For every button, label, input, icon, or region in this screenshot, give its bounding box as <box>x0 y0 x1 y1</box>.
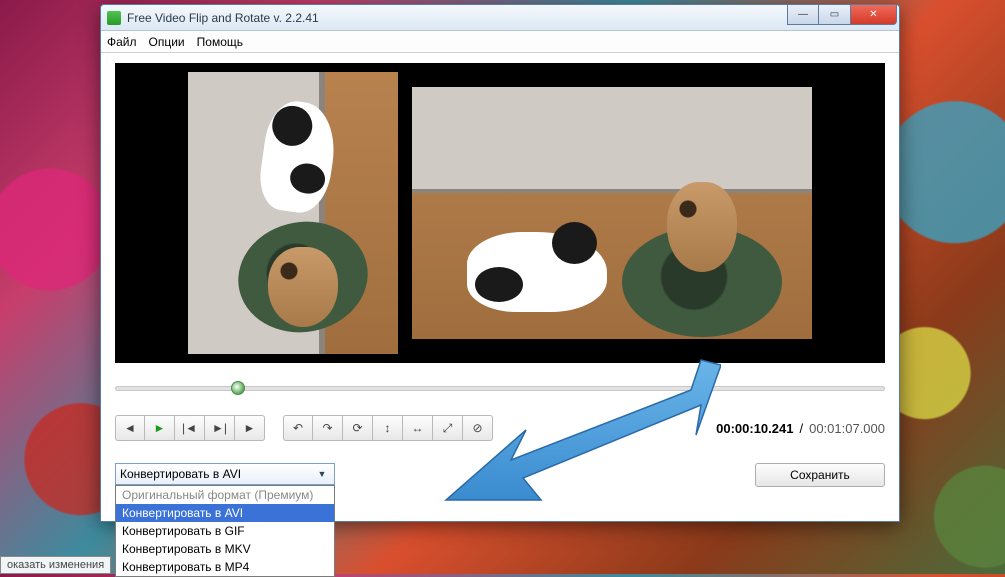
time-display: 00:00:10.241 / 00:01:07.000 <box>716 421 885 436</box>
minimize-icon: — <box>798 9 808 20</box>
content-area: ◄ ► |◄ ►| ► ↶ ↷ ⟳ ↕ ↔ ⤢ ⊘ 00:00:10.241 /… <box>101 53 899 521</box>
expand-button[interactable]: ⤢ <box>433 415 463 441</box>
next-button[interactable]: ► <box>235 415 265 441</box>
close-button[interactable]: ✕ <box>851 5 897 25</box>
menubar: Файл Опции Помощь <box>101 31 899 53</box>
timeline-slider[interactable] <box>115 379 885 397</box>
format-combobox[interactable]: Конвертировать в AVI ▼ Оригинальный форм… <box>115 463 335 485</box>
maximize-icon: ▭ <box>830 9 839 20</box>
format-option-mp4[interactable]: Конвертировать в MP4 <box>116 558 334 576</box>
expand-icon: ⤢ <box>443 421 453 436</box>
flip-h-icon: ↔ <box>412 421 424 435</box>
step-back-icon: |◄ <box>182 421 197 435</box>
reset-icon: ⊘ <box>472 421 482 435</box>
chevron-down-icon: ▼ <box>314 466 330 482</box>
titlebar[interactable]: Free Video Flip and Rotate v. 2.2.41 — ▭… <box>101 5 899 31</box>
rotate-180-button[interactable]: ⟳ <box>343 415 373 441</box>
menu-help[interactable]: Помощь <box>197 35 243 49</box>
format-selected: Конвертировать в AVI <box>120 467 241 481</box>
preview-original <box>188 72 398 354</box>
prev-button[interactable]: ◄ <box>115 415 145 441</box>
minimize-button[interactable]: — <box>787 5 819 25</box>
rotate-ccw-button[interactable]: ↶ <box>283 415 313 441</box>
flip-v-button[interactable]: ↕ <box>373 415 403 441</box>
save-button-label: Сохранить <box>790 468 850 482</box>
transform-controls: ↶ ↷ ⟳ ↕ ↔ ⤢ ⊘ <box>283 415 493 441</box>
play-button[interactable]: ► <box>145 415 175 441</box>
rotate-ccw-icon: ↶ <box>293 421 303 435</box>
step-fwd-icon: ►| <box>212 421 227 435</box>
menu-file[interactable]: Файл <box>107 35 137 49</box>
app-icon <box>107 11 121 25</box>
next-icon: ► <box>244 421 256 435</box>
app-window: Free Video Flip and Rotate v. 2.2.41 — ▭… <box>100 4 900 522</box>
close-icon: ✕ <box>869 9 877 20</box>
format-dropdown-list: Оригинальный формат (Премиум) Конвертиро… <box>115 485 335 577</box>
flip-h-button[interactable]: ↔ <box>403 415 433 441</box>
menu-options[interactable]: Опции <box>149 35 185 49</box>
save-button[interactable]: Сохранить <box>755 463 885 487</box>
step-back-button[interactable]: |◄ <box>175 415 205 441</box>
bottom-row: Конвертировать в AVI ▼ Оригинальный форм… <box>115 463 885 487</box>
play-icon: ► <box>154 421 166 435</box>
step-fwd-button[interactable]: ►| <box>205 415 235 441</box>
reset-button[interactable]: ⊘ <box>463 415 493 441</box>
rotate-cw-button[interactable]: ↷ <box>313 415 343 441</box>
preview-rotated <box>412 87 812 339</box>
prev-icon: ◄ <box>124 421 136 435</box>
format-option-original[interactable]: Оригинальный формат (Премиум) <box>116 486 334 504</box>
current-time: 00:00:10.241 <box>716 421 793 436</box>
playback-controls: ◄ ► |◄ ►| ► <box>115 415 265 441</box>
video-preview-area <box>115 63 885 363</box>
format-option-mkv[interactable]: Конвертировать в MKV <box>116 540 334 558</box>
window-title: Free Video Flip and Rotate v. 2.2.41 <box>127 11 319 25</box>
rotate-180-icon: ⟳ <box>352 421 362 435</box>
format-option-gif[interactable]: Конвертировать в GIF <box>116 522 334 540</box>
controls-row: ◄ ► |◄ ►| ► ↶ ↷ ⟳ ↕ ↔ ⤢ ⊘ 00:00:10.241 /… <box>115 415 885 441</box>
format-option-avi[interactable]: Конвертировать в AVI <box>116 504 334 522</box>
flip-v-icon: ↕ <box>385 421 391 435</box>
maximize-button[interactable]: ▭ <box>819 5 851 25</box>
rotate-cw-icon: ↷ <box>322 421 332 435</box>
taskbar-hint: оказать изменения <box>0 556 111 574</box>
total-time: 00:01:07.000 <box>809 421 885 436</box>
timeline-thumb[interactable] <box>231 381 245 395</box>
